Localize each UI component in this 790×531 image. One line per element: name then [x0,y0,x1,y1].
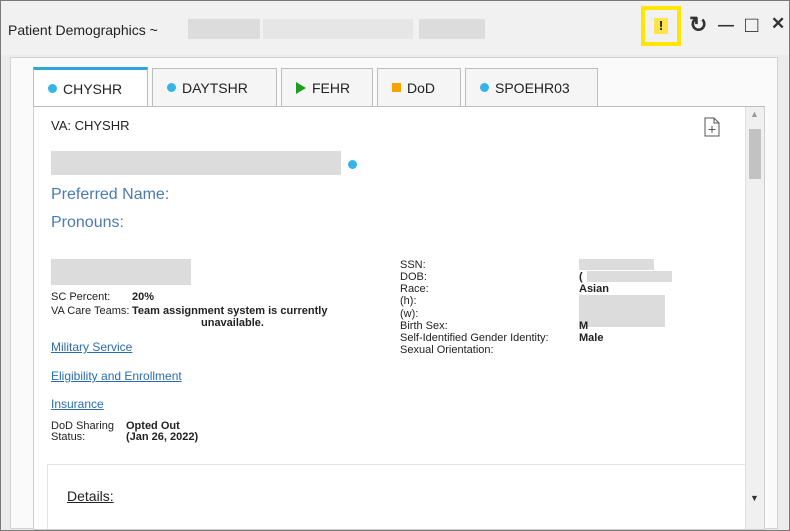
ssn-label: SSN: [400,259,426,271]
work-phone-label: (w): [400,308,419,320]
military-service-link[interactable]: Military Service [51,340,132,354]
redacted-patient-info [419,19,485,39]
tab-label: CHYSHR [63,80,123,97]
dod-sharing-label-line2: Status: [51,431,86,443]
details-label[interactable]: Details: [67,488,114,504]
tab-chyshr[interactable]: CHYSHR [33,67,148,107]
dob-label: DOB: [400,271,427,283]
home-phone-label: (h): [400,295,417,307]
tab-dod[interactable]: DoD [377,68,461,106]
race-value: Asian [579,283,609,295]
tab-content: VA: CHYSHR Preferred Name: Pronouns: SC … [33,106,765,530]
sc-percent-label: SC Percent: [51,291,111,303]
scrollbar-thumb[interactable] [749,129,761,179]
redacted-ssn [579,259,654,270]
dob-value-partial: ( [579,271,583,283]
race-label: Race: [400,283,429,295]
redacted-address [51,259,191,285]
tab-label: DAYTSHR [182,79,248,96]
scroll-up-arrow-icon[interactable]: ▲ [750,109,759,119]
play-triangle-icon [296,81,306,94]
sexual-orientation-label: Sexual Orientation: [400,344,494,356]
dod-sharing-value-line2: (Jan 26, 2022) [126,431,199,443]
birth-sex-label: Birth Sex: [400,320,448,332]
redacted-patient-id [263,19,413,39]
window-title: Patient Demographics ~ [8,22,158,38]
care-teams-value-line1: Team assignment system is currently [132,305,328,317]
redacted-dob [587,271,672,282]
details-section: Details: [47,464,747,529]
patient-demographics-window: Patient Demographics ~ ! ↻ — □ ✕ CHYSHR … [0,0,790,531]
site-dot-icon [167,83,176,92]
care-teams-label: VA Care Teams: [51,305,130,317]
tab-label: SPOEHR03 [495,79,570,96]
care-teams-value-line2: unavailable. [201,317,264,329]
tab-fehr[interactable]: FEHR [281,68,373,106]
maximize-icon[interactable]: □ [745,12,758,38]
tab-spoehr03[interactable]: SPOEHR03 [465,68,598,106]
pronouns-label: Pronouns: [51,214,124,231]
add-document-icon[interactable] [704,117,720,137]
insurance-link[interactable]: Insurance [51,397,104,411]
tab-label: DoD [407,79,436,96]
demographics-panel: CHYSHR DAYTSHR FEHR DoD SPOEHR03 VA: CHY… [10,57,778,530]
sc-percent-value: 20% [132,291,155,303]
refresh-icon[interactable]: ↻ [689,12,707,38]
redacted-phones [579,295,665,327]
vertical-scrollbar[interactable]: ▲ ▼ [745,107,764,529]
gender-identity-value: Male [579,332,604,344]
site-dot-icon [348,160,357,169]
title-bar: Patient Demographics ~ ! ↻ — □ ✕ [1,1,789,55]
site-dot-icon [48,84,57,93]
preferred-name-label: Preferred Name: [51,186,170,203]
site-dot-icon [480,83,489,92]
birth-sex-value: M [579,320,589,332]
tab-label: FEHR [312,79,351,96]
scroll-down-arrow-icon[interactable]: ▼ [750,493,759,503]
site-heading: VA: CHYSHR [51,118,130,133]
warning-icon: ! [654,18,668,34]
eligibility-enrollment-link[interactable]: Eligibility and Enrollment [51,369,182,383]
warning-button[interactable]: ! [641,6,681,46]
redacted-full-name [51,151,341,175]
minimize-icon[interactable]: — [718,17,734,35]
redacted-patient-name [188,19,260,39]
tab-daytshr[interactable]: DAYTSHR [152,68,277,106]
close-icon[interactable]: ✕ [771,14,785,34]
site-square-icon [392,83,401,92]
gender-identity-label: Self-Identified Gender Identity: [400,332,549,344]
